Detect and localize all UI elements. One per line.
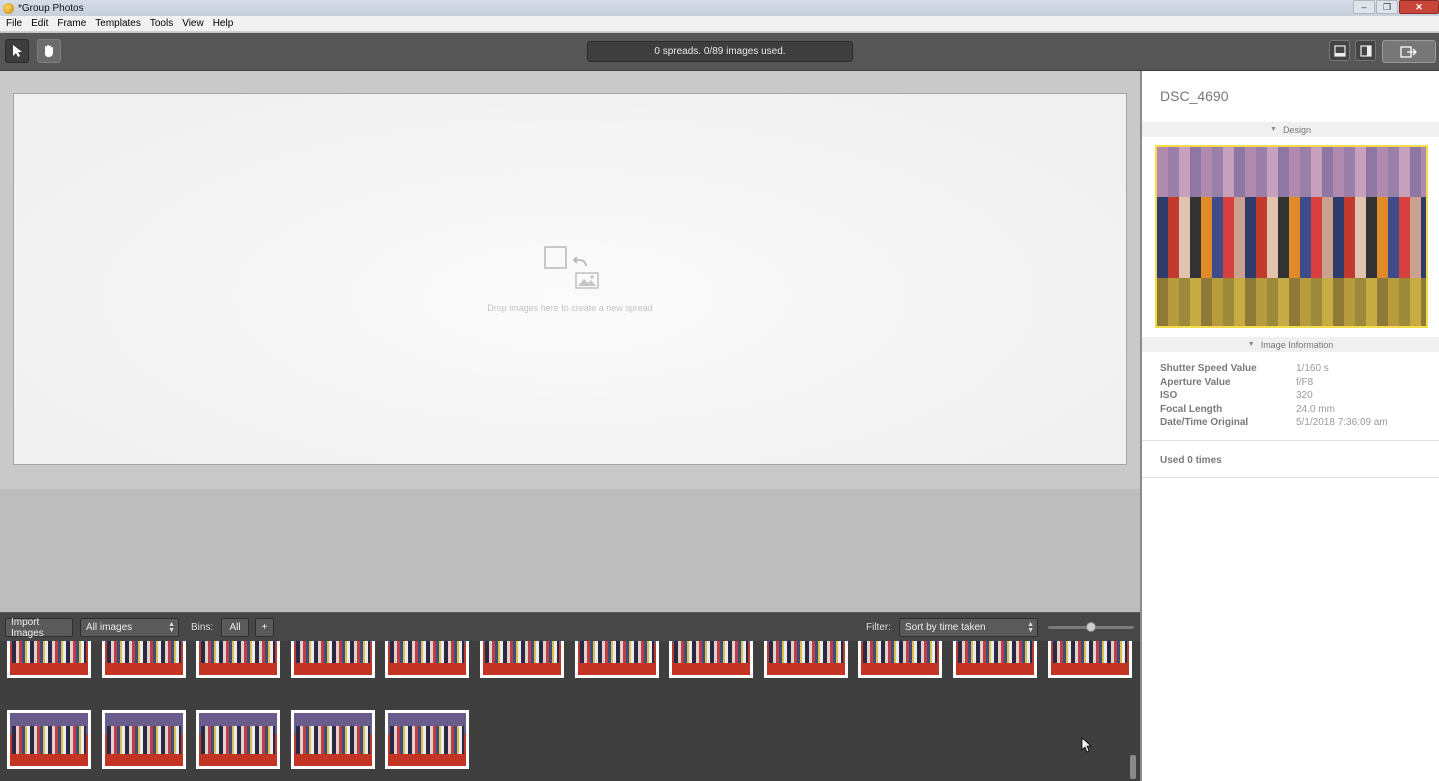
design-section-header[interactable]: ▼ Design: [1142, 122, 1439, 137]
image-information-header[interactable]: ▼ Image Information: [1142, 337, 1439, 352]
filmstrip-toolbar: Import Images All images ▲ ▼ Bins: All + …: [0, 612, 1140, 641]
add-bin-button[interactable]: +: [255, 618, 274, 637]
info-value: 24.0 mm: [1296, 403, 1335, 415]
menu-templates[interactable]: Templates: [92, 18, 144, 29]
filmstrip-thumbnail[interactable]: [196, 641, 280, 678]
export-icon: [1400, 45, 1417, 58]
work-area: Drop images here to create a new spread: [0, 71, 1140, 612]
restore-button[interactable]: ❐: [1376, 0, 1398, 14]
filmstrip-thumbnail[interactable]: [291, 641, 375, 678]
filmstrip-thumbnail[interactable]: [764, 641, 848, 678]
info-row: Focal Length 24.0 mm: [1160, 404, 1430, 418]
menu-frame[interactable]: Frame: [54, 18, 89, 29]
info-row: Shutter Speed Value 1/160 s: [1160, 363, 1430, 377]
export-button[interactable]: [1382, 40, 1436, 63]
updown-arrows-icon: ▲ ▼: [168, 620, 175, 634]
filmstrip-thumbnail[interactable]: [480, 641, 564, 678]
filmstrip: [0, 641, 1140, 781]
menu-edit[interactable]: Edit: [28, 18, 51, 29]
menu-file[interactable]: File: [3, 18, 25, 29]
filmstrip-thumbnail[interactable]: [102, 710, 186, 769]
info-value: f/F8: [1296, 376, 1314, 388]
select-tool-button[interactable]: [5, 39, 29, 63]
close-button[interactable]: ✕: [1399, 0, 1439, 14]
info-value: 320: [1296, 390, 1313, 401]
info-key: ISO: [1160, 390, 1178, 401]
info-value: 1/160 s: [1296, 363, 1329, 374]
app-window: *Group Photos – ❐ ✕ File Edit Frame Temp…: [0, 0, 1439, 781]
window-controls: – ❐ ✕: [1352, 0, 1439, 16]
arrow-pointer-icon: [13, 45, 22, 57]
filmstrip-thumbnail[interactable]: [7, 641, 91, 678]
filmstrip-thumbnail[interactable]: [1048, 641, 1132, 678]
filmstrip-thumbnail[interactable]: [102, 641, 186, 678]
mouse-cursor-icon: [1081, 737, 1093, 753]
hand-icon: [45, 45, 53, 57]
filmstrip-thumbnail[interactable]: [291, 710, 375, 769]
drop-canvas[interactable]: Drop images here to create a new spread: [13, 93, 1127, 465]
filmstrip-thumbnail[interactable]: [196, 710, 280, 769]
status-bar: 0 spreads. 0/89 images used.: [587, 41, 853, 62]
minimize-button[interactable]: –: [1353, 0, 1375, 14]
info-key: Aperture Value: [1160, 376, 1231, 388]
triangle-down-icon: ▼: [1247, 341, 1255, 348]
filmstrip-thumbnail[interactable]: [858, 641, 942, 678]
info-header-label: Image Information: [1260, 339, 1334, 350]
hand-tool-button[interactable]: [37, 39, 61, 63]
title-bar: *Group Photos – ❐ ✕: [0, 0, 1439, 16]
info-row: Date/Time Original 5/1/2018 7:36:09 am: [1160, 417, 1430, 431]
info-row: ISO 320: [1160, 390, 1430, 404]
bin-all-button[interactable]: All: [221, 618, 249, 637]
filmstrip-scrollbar[interactable]: [1130, 755, 1136, 779]
design-header-label: Design: [1282, 124, 1311, 135]
toolbar: 0 spreads. 0/89 images used.: [0, 33, 1439, 71]
info-key: Date/Time Original: [1160, 417, 1249, 428]
updown-arrows-icon: ▲ ▼: [1027, 620, 1034, 634]
images-select-value: All images: [86, 622, 133, 633]
layout-bottom-icon: [1333, 44, 1346, 57]
info-value: 5/1/2018 7:36:09 am: [1296, 417, 1388, 428]
window-title: *Group Photos: [18, 2, 84, 14]
import-images-button[interactable]: Import Images: [5, 617, 73, 639]
image-name: DSC_4690: [1160, 88, 1229, 104]
triangle-down-icon: ▼: [1270, 126, 1277, 133]
filmstrip-thumbnail[interactable]: [575, 641, 659, 678]
sort-select[interactable]: Sort by time taken ▲ ▼: [899, 618, 1038, 637]
menu-view[interactable]: View: [179, 18, 207, 29]
drop-images-icon: [544, 246, 599, 289]
images-select[interactable]: All images ▲ ▼: [80, 618, 179, 637]
spread-area: Drop images here to create a new spread: [0, 71, 1140, 489]
filter-label: Filter:: [866, 622, 891, 633]
bins-label: Bins:: [191, 622, 214, 633]
image-preview: [1155, 145, 1428, 328]
filmstrip-thumbnail[interactable]: [7, 710, 91, 769]
filmstrip-thumbnail[interactable]: [385, 641, 469, 678]
menu-bar: File Edit Frame Templates Tools View Hel…: [0, 16, 1439, 32]
app-logo-icon: [3, 2, 14, 14]
menu-help[interactable]: Help: [210, 18, 237, 29]
info-key: Shutter Speed Value: [1160, 363, 1257, 374]
filmstrip-thumbnail[interactable]: [385, 710, 469, 769]
sort-select-value: Sort by time taken: [905, 622, 986, 633]
usage-count: Used 0 times: [1160, 455, 1222, 466]
filmstrip-thumbnail[interactable]: [953, 641, 1037, 678]
divider: [1142, 440, 1439, 441]
slider-handle[interactable]: [1086, 622, 1096, 632]
layout-right-icon: [1359, 44, 1372, 57]
filmstrip-view-button[interactable]: [1329, 40, 1350, 61]
menu-tools[interactable]: Tools: [147, 18, 176, 29]
sidebar-view-button[interactable]: [1355, 40, 1376, 61]
image-info-list: Shutter Speed Value 1/160 s Aperture Valu…: [1160, 363, 1430, 431]
filmstrip-thumbnail[interactable]: [669, 641, 753, 678]
drop-hint-text: Drop images here to create a new spread: [487, 303, 653, 313]
image-details-panel: DSC_4690 ▼ Design ▼ Image Information Sh…: [1140, 71, 1439, 781]
divider: [1142, 477, 1439, 478]
info-key: Focal Length: [1160, 403, 1223, 415]
info-row: Aperture Value f/F8: [1160, 377, 1430, 391]
